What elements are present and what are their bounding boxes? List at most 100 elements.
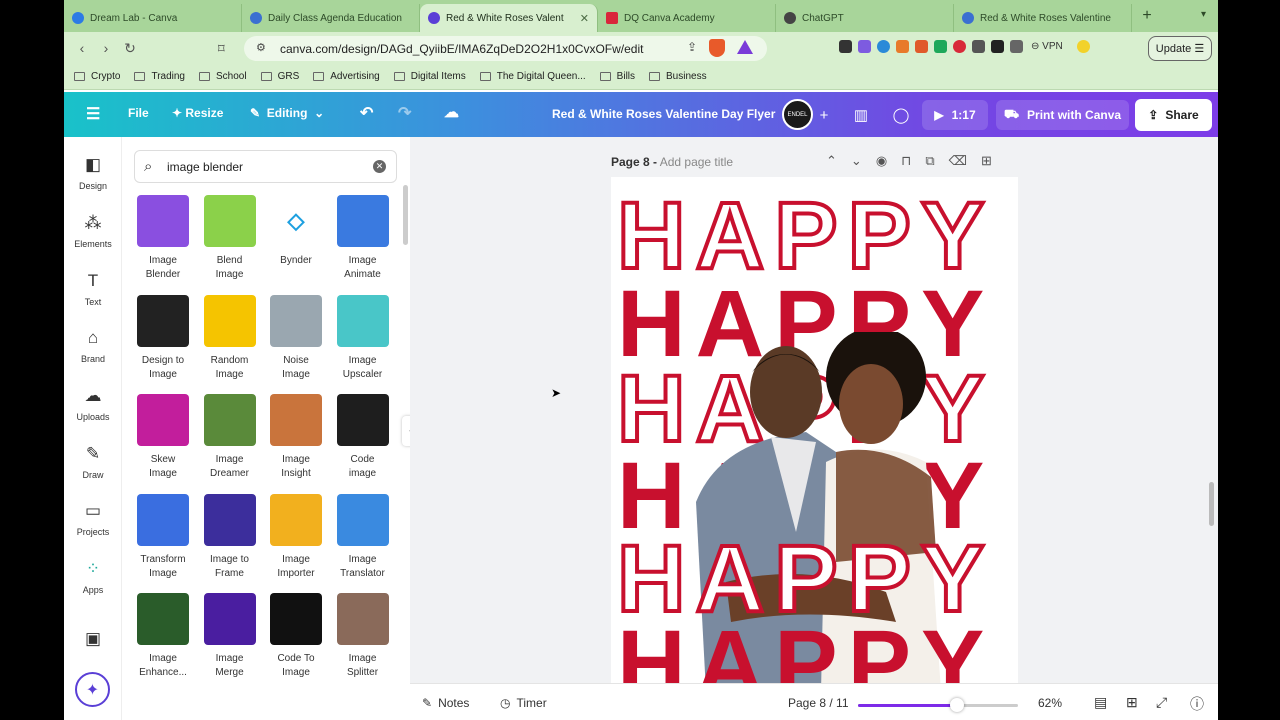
- app-tile[interactable]: Image Merge: [201, 593, 259, 680]
- hide-page-icon[interactable]: ◉: [876, 153, 887, 169]
- browser-tab[interactable]: ChatGPT: [776, 4, 954, 32]
- undo-icon[interactable]: ↶: [360, 103, 373, 123]
- app-tile[interactable]: Transform Image: [134, 493, 192, 581]
- file-menu[interactable]: File: [128, 106, 149, 120]
- url-field[interactable]: ⌑ ⚙ canva.com/design/DAGd_QyiibE/IMA6ZqD…: [218, 36, 767, 61]
- app-tile[interactable]: ◇ Bynder: [267, 195, 325, 268]
- search-input[interactable]: ⌕ image blender ✕: [134, 150, 397, 183]
- app-tile[interactable]: Noise Image: [267, 294, 325, 382]
- headline-outline-1[interactable]: HAPPY: [615, 187, 994, 286]
- bookmark-folder[interactable]: GRS: [260, 71, 299, 82]
- share-button[interactable]: ⇪ Share: [1135, 99, 1212, 131]
- help-icon[interactable]: ⓘ: [1190, 694, 1204, 714]
- app-tile[interactable]: Skew Image: [134, 394, 192, 481]
- site-settings-icon[interactable]: ⚙: [256, 41, 266, 54]
- pages-grid-icon[interactable]: ⊞: [1126, 694, 1138, 711]
- app-tile[interactable]: Random Image: [201, 294, 259, 382]
- magic-sparkle-icon[interactable]: ✦: [75, 672, 110, 707]
- bookmark-folder[interactable]: Business: [649, 71, 707, 82]
- redo-icon[interactable]: ↷: [398, 103, 411, 123]
- notes-button[interactable]: ✎ Notes: [422, 696, 469, 710]
- canvas-scrollbar[interactable]: [1209, 482, 1214, 526]
- page-title-input[interactable]: Add page title: [660, 155, 733, 169]
- page-count-button[interactable]: Page 8 / 11: [788, 696, 849, 710]
- extension-icon[interactable]: [877, 40, 890, 53]
- rail-item-uploads[interactable]: ☁ Uploads: [64, 386, 122, 422]
- zoom-slider[interactable]: [858, 698, 1018, 712]
- print-with-canva-button[interactable]: ⛟ Print with Canva: [996, 100, 1129, 130]
- delete-page-icon[interactable]: ⌫: [949, 153, 967, 169]
- bookmark-folder[interactable]: Trading: [134, 71, 185, 82]
- browser-tab[interactable]: DQ Canva Academy: [598, 4, 776, 32]
- extension-icon[interactable]: [839, 40, 852, 53]
- rail-item-text[interactable]: T Text: [64, 271, 122, 307]
- bookmark-folder[interactable]: The Digital Queen...: [479, 71, 586, 82]
- app-tile[interactable]: Blend Image: [201, 195, 259, 282]
- share-page-icon[interactable]: ⇪: [687, 40, 697, 54]
- vpn-button[interactable]: ⊖ VPN: [1031, 41, 1063, 52]
- extension-icon[interactable]: [896, 40, 909, 53]
- update-button[interactable]: Update ☰: [1148, 36, 1212, 61]
- rail-item-design[interactable]: ◧ Design: [64, 155, 122, 191]
- app-tile[interactable]: Image Dreamer: [201, 394, 259, 481]
- chevron-up-icon[interactable]: ⌃: [826, 153, 837, 169]
- zoom-level[interactable]: 62%: [1038, 696, 1062, 710]
- document-title[interactable]: Red & White Roses Valentine Day Flyer: [552, 107, 775, 121]
- app-tile[interactable]: Code image: [334, 394, 392, 481]
- duplicate-page-icon[interactable]: ⧉: [925, 153, 934, 169]
- zoom-slider-knob[interactable]: [950, 698, 965, 712]
- wallet-icon[interactable]: [1010, 40, 1023, 53]
- browser-tab[interactable]: Daily Class Agenda Education: [242, 4, 420, 32]
- app-tile[interactable]: Image Blender: [134, 195, 192, 282]
- rail-item-elements[interactable]: ⁂ Elements: [64, 213, 122, 249]
- resize-button[interactable]: ✦ Resize: [172, 106, 223, 120]
- new-tab-icon[interactable]: +: [1132, 7, 1162, 25]
- rail-item-draw[interactable]: ✎ Draw: [64, 444, 122, 480]
- tab-list-chevron-icon[interactable]: ▾: [1201, 9, 1206, 20]
- design-page[interactable]: HAPPY HAPPY HAPPY HAPPY HAPPY HAPPY: [611, 177, 1018, 683]
- puzzle-extensions-icon[interactable]: [972, 40, 985, 53]
- bookmark-folder[interactable]: Crypto: [74, 71, 120, 82]
- fullscreen-icon[interactable]: ⤢: [1156, 694, 1167, 711]
- timer-button[interactable]: ◷ Timer: [500, 696, 547, 710]
- app-tile[interactable]: Image Splitter: [334, 593, 392, 680]
- extension-icon[interactable]: [953, 40, 966, 53]
- bookmark-folder[interactable]: Advertising: [313, 71, 380, 82]
- app-tile[interactable]: Image Translator: [334, 493, 392, 581]
- bookmark-icon[interactable]: ⌑: [218, 41, 225, 57]
- present-button[interactable]: ▶ 1:17: [922, 100, 988, 130]
- reload-icon[interactable]: ↻: [118, 40, 142, 57]
- app-tile[interactable]: Image Upscaler: [334, 294, 392, 382]
- bookmark-folder[interactable]: School: [199, 71, 247, 82]
- browser-tab[interactable]: Dream Lab - Canva: [64, 4, 242, 32]
- profile-icon[interactable]: [1076, 40, 1090, 53]
- add-collaborator-icon[interactable]: +: [809, 102, 839, 128]
- clear-search-icon[interactable]: ✕: [373, 160, 386, 173]
- close-tab-icon[interactable]: ✕: [580, 12, 589, 25]
- brave-rewards-icon[interactable]: [737, 40, 753, 54]
- menu-icon[interactable]: ☰: [86, 104, 100, 124]
- app-tile[interactable]: Code To Image: [267, 593, 325, 680]
- app-tile[interactable]: Image to Frame: [201, 493, 259, 581]
- extension-icon[interactable]: [915, 40, 928, 53]
- app-tile[interactable]: Design to Image: [134, 294, 192, 382]
- cloud-save-icon[interactable]: ☁: [444, 103, 459, 121]
- app-tile[interactable]: Image Importer: [267, 493, 325, 581]
- lock-icon[interactable]: ⊓: [901, 153, 911, 169]
- back-arrow-icon[interactable]: ‹: [70, 40, 94, 56]
- browser-tab-active[interactable]: Red & White Roses Valent ✕: [420, 4, 598, 32]
- headline-filled-3[interactable]: HAPPY: [617, 617, 994, 684]
- extension-icon[interactable]: [934, 40, 947, 53]
- grid-view-icon[interactable]: ▤: [1094, 694, 1107, 711]
- chevron-down-icon[interactable]: ⌄: [851, 153, 862, 169]
- rail-item-photos[interactable]: ▣: [64, 629, 122, 655]
- extension-icon[interactable]: [858, 40, 871, 53]
- comment-icon[interactable]: ◯: [886, 102, 916, 128]
- bookmark-folder[interactable]: Digital Items: [393, 71, 466, 82]
- sidebar-icon[interactable]: [991, 40, 1004, 53]
- editing-dropdown[interactable]: ✎ Editing ⌄: [250, 106, 324, 120]
- app-tile[interactable]: Image Insight: [267, 394, 325, 481]
- app-tile[interactable]: Image Animate: [334, 195, 392, 282]
- panel-scrollbar[interactable]: [403, 185, 408, 245]
- rail-item-apps[interactable]: ⁘ Apps: [64, 559, 122, 595]
